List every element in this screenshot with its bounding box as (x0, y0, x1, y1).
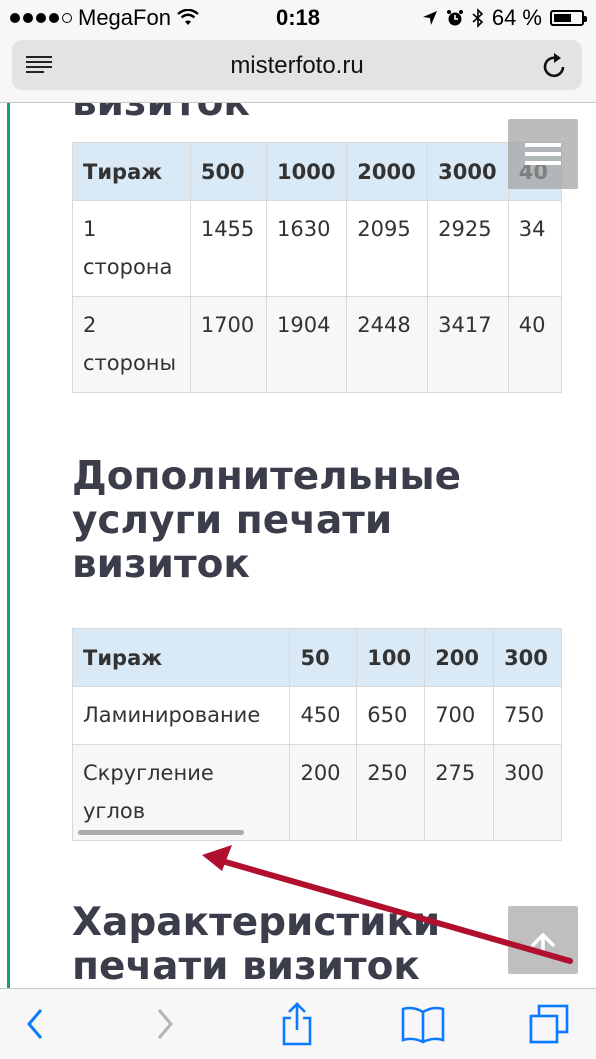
web-page[interactable]: визиток Тираж 500 1000 2000 3000 40 1 ст… (0, 103, 596, 988)
bluetooth-icon (472, 8, 484, 28)
battery-percent: 64 % (491, 5, 542, 30)
alarm-icon (446, 10, 463, 26)
bookmarks-icon (401, 1006, 445, 1044)
url-text[interactable]: misterfoto.ru (12, 52, 582, 80)
browser-toolbar (0, 988, 596, 1059)
forward-button[interactable] (130, 989, 200, 1059)
status-right-group: 64 % (422, 5, 587, 31)
browser-address-area: misterfoto.ru (0, 36, 596, 103)
reload-icon[interactable] (542, 51, 568, 79)
status-bar: MegaFon 0:18 64 % (0, 0, 596, 36)
share-button[interactable] (262, 989, 332, 1059)
back-button[interactable] (0, 989, 70, 1059)
back-chevron-icon (27, 1009, 43, 1039)
location-arrow-icon (422, 11, 437, 25)
annotation-arrow (202, 845, 573, 964)
tabs-icon (529, 1004, 569, 1044)
address-bar[interactable]: misterfoto.ru (12, 40, 582, 90)
bookmarks-button[interactable] (388, 989, 458, 1059)
forward-chevron-icon (157, 1009, 173, 1039)
annotation-arrow-shaft (219, 858, 573, 964)
battery-icon (550, 10, 587, 26)
share-icon (282, 1002, 312, 1046)
tabs-button[interactable] (514, 989, 584, 1059)
annotation-arrow-head (202, 845, 232, 871)
